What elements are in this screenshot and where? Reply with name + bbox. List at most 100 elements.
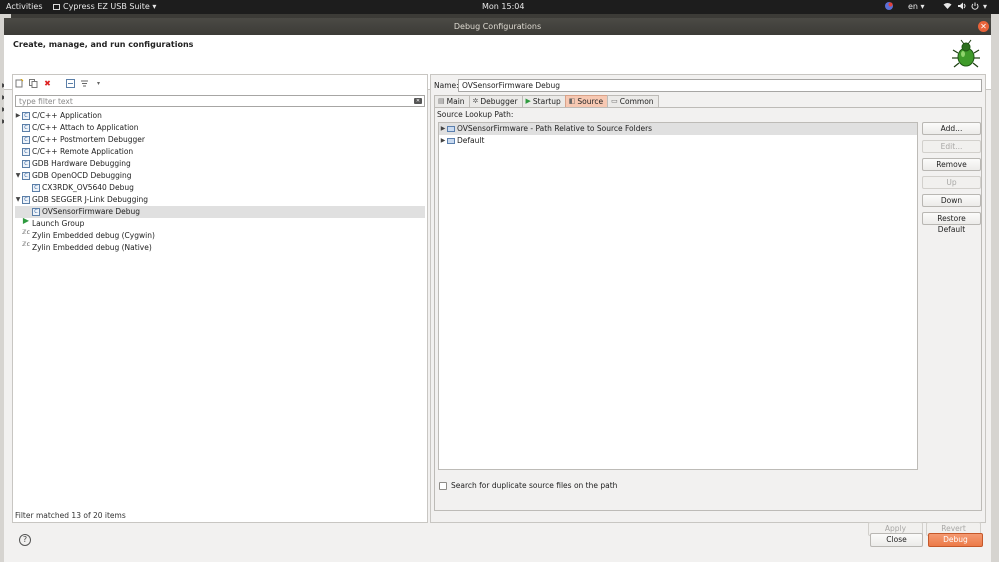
new-config-icon[interactable] (15, 78, 24, 88)
c-config-icon: C (22, 172, 30, 180)
tree-item-label: Zylin Embedded debug (Native) (32, 243, 152, 252)
source-item-label: OVSensorFirmware - Path Relative to Sour… (457, 124, 653, 133)
delete-config-icon[interactable]: ✖ (43, 79, 52, 88)
tab-label: Debugger (480, 97, 518, 106)
tree-item-label: C/C++ Remote Application (32, 147, 134, 156)
chevron-down-icon[interactable]: ▼ (15, 194, 21, 206)
duplicate-checkbox[interactable] (439, 481, 447, 490)
filter-config-icon[interactable] (80, 79, 89, 88)
chevron-down-icon[interactable]: ▼ (15, 170, 21, 182)
tree-item[interactable]: C C/C++ Remote Application (15, 146, 425, 158)
c-config-icon: C (22, 112, 30, 120)
c-config-icon: C (32, 208, 40, 216)
debug-button[interactable]: Debug (928, 533, 983, 547)
tree-item[interactable]: C CX3RDK_OV5640 Debug (15, 182, 425, 194)
tab-label: Common (619, 97, 654, 106)
source-buttons: Add... Edit... Remove Up Down Restore De… (922, 122, 981, 234)
c-config-icon: C (22, 196, 30, 204)
restore-default-button[interactable]: Restore Default (922, 212, 981, 234)
source-lookup-list[interactable]: ▶ OVSensorFirmware - Path Relative to Sou… (438, 122, 918, 470)
c-config-icon: C (22, 136, 30, 144)
filter-input[interactable] (16, 96, 411, 106)
chevron-right-icon[interactable]: ▶ (440, 123, 446, 135)
tab-debugger-icon: ✲ (472, 97, 479, 105)
configuration-tree: ▶ C C/C++ Application C C/C++ Attach to Appl… (15, 110, 425, 254)
tree-item-label: GDB SEGGER J-Link Debugging (32, 195, 148, 204)
chevron-down-icon[interactable]: ▾ (94, 79, 103, 88)
remove-button[interactable]: Remove (922, 158, 981, 171)
chevron-down-icon[interactable]: ▾ (983, 0, 987, 14)
tree-item-label: CX3RDK_OV5640 Debug (42, 183, 134, 192)
tab-label: Source (577, 97, 604, 106)
tree-item[interactable]: C OVSensorFirmware Debug (15, 206, 425, 218)
name-field[interactable]: OVSensorFirmware Debug (458, 79, 982, 92)
tree-item[interactable]: ▶ C C/C++ Application (15, 110, 425, 122)
tree-item-label: Zylin Embedded debug (Cygwin) (32, 231, 155, 240)
name-label: Name: (434, 81, 459, 90)
zylin-icon: ℤc (22, 241, 30, 248)
tree-item[interactable]: C C/C++ Attach to Application (15, 122, 425, 134)
tab-debugger[interactable]: ✲ Debugger (468, 95, 523, 107)
source-item-label: Default (457, 136, 485, 145)
volume-icon[interactable] (958, 0, 967, 14)
notification-icon[interactable] (884, 0, 894, 14)
tree-item-label: C/C++ Postmortem Debugger (32, 135, 145, 144)
duplicate-config-icon[interactable] (29, 78, 38, 88)
tree-item-label: C/C++ Application (32, 111, 102, 120)
tab-common[interactable]: ▭ Common (607, 95, 659, 107)
source-lookup-label: Source Lookup Path: (437, 110, 514, 119)
tree-item[interactable]: ℤc Zylin Embedded debug (Native) (15, 242, 425, 254)
filter-status: Filter matched 13 of 20 items (15, 511, 126, 520)
language-indicator[interactable]: en ▾ (908, 0, 925, 14)
app-menu[interactable]: Cypress EZ USB Suite ▾ (53, 0, 156, 14)
chevron-right-icon[interactable]: ▶ (15, 110, 21, 122)
tab-startup[interactable]: ▶ Startup (521, 95, 566, 107)
duplicate-label: Search for duplicate source files on the… (451, 481, 618, 490)
tree-item-label: Launch Group (32, 219, 85, 228)
wifi-icon[interactable] (943, 0, 952, 14)
source-list-item[interactable]: ▶ Default (439, 135, 917, 147)
c-config-icon: C (22, 160, 30, 168)
tree-item[interactable]: ▼ C GDB SEGGER J-Link Debugging (15, 194, 425, 206)
debug-bug-icon (952, 39, 980, 68)
tree-item-label: GDB OpenOCD Debugging (32, 171, 132, 180)
collapse-all-icon[interactable] (66, 78, 75, 88)
tab-main-icon: ▤ (438, 97, 445, 105)
tab-label: Startup (532, 97, 561, 106)
up-button[interactable]: Up (922, 176, 981, 189)
add-button[interactable]: Add... (922, 122, 981, 135)
tree-item[interactable]: C C/C++ Postmortem Debugger (15, 134, 425, 146)
tree-item[interactable]: ▼ C GDB OpenOCD Debugging (15, 170, 425, 182)
tree-item[interactable]: ℤc Zylin Embedded debug (Cygwin) (15, 230, 425, 242)
tree-item-label: C/C++ Attach to Application (32, 123, 139, 132)
config-tabs: ▤ Main ✲ Debugger ▶ Startup ◧ Source ▭ Common (434, 95, 659, 107)
c-config-icon: C (32, 184, 40, 192)
c-config-icon: C (22, 148, 30, 156)
dialog-titlebar[interactable]: Debug Configurations ✕ (4, 18, 991, 35)
tree-item-label: OVSensorFirmware Debug (42, 207, 141, 216)
duplicate-search-option[interactable]: Search for duplicate source files on the… (439, 481, 617, 490)
close-icon[interactable]: ✕ (978, 21, 989, 32)
tree-item[interactable]: C GDB Hardware Debugging (15, 158, 425, 170)
tab-source[interactable]: ◧ Source (564, 95, 609, 107)
clock[interactable]: Mon 15:04 (482, 0, 524, 14)
dialog-title: Debug Configurations (453, 22, 542, 31)
tab-main[interactable]: ▤ Main (434, 95, 470, 107)
tree-item[interactable]: ▶ Launch Group (15, 217, 425, 230)
toolbar-divider (57, 79, 61, 88)
help-icon[interactable]: ? (19, 534, 31, 546)
filter-field[interactable]: ✕ (15, 95, 425, 107)
activities-button[interactable]: Activities (6, 0, 43, 14)
configuration-list-pane: ✖ ▾ ✕ ▶CC/C++ ApplicationCC/C++ Attach t… (12, 74, 428, 523)
down-button[interactable]: Down (922, 194, 981, 207)
tab-source-icon: ◧ (568, 97, 576, 105)
power-icon[interactable] (971, 0, 979, 14)
clear-filter-icon[interactable]: ✕ (414, 98, 422, 104)
tab-common-icon: ▭ (611, 97, 618, 105)
chevron-right-icon[interactable]: ▶ (440, 135, 446, 147)
edit-button[interactable]: Edit... (922, 140, 981, 153)
tab-label: Main (446, 97, 465, 106)
source-list-item[interactable]: ▶ OVSensorFirmware - Path Relative to Sou… (439, 123, 917, 135)
c-config-icon: C (22, 124, 30, 132)
close-button[interactable]: Close (870, 533, 923, 547)
